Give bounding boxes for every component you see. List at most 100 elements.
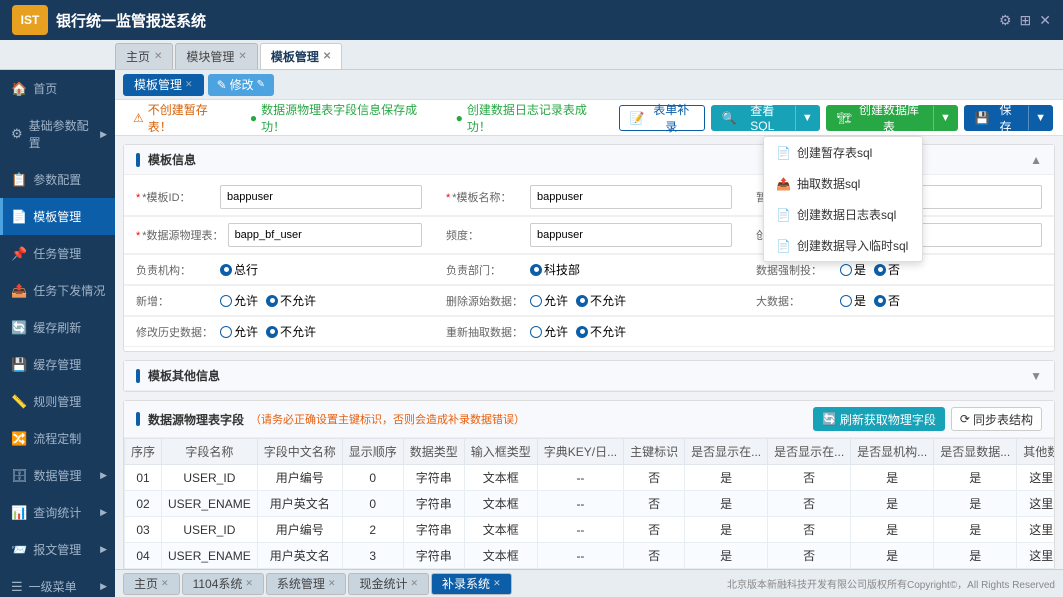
sidebar-item-template[interactable]: 📄 模板管理	[0, 198, 115, 235]
re-deny[interactable]: 不允许	[576, 323, 626, 340]
other-collapse-icon[interactable]: ▼	[1030, 369, 1042, 383]
sidebar-item-data[interactable]: 🗄 数据管理 ▶	[0, 457, 115, 494]
new-deny[interactable]: 不允许	[266, 292, 316, 309]
home-icon: 🏠	[11, 81, 27, 97]
org-radio-checked	[220, 264, 232, 276]
cache-icon: 💾	[11, 357, 27, 373]
copyright: 北京版本新融科技开发有限公司版权所有Copyright©，All Rights …	[727, 576, 1055, 591]
sidebar-item-cache-refresh[interactable]: 🔄 缓存刷新	[0, 309, 115, 346]
sidebar-item-report[interactable]: 📨 报文管理 ▶	[0, 531, 115, 568]
save-button[interactable]: 💾 保 存	[964, 105, 1028, 131]
datasource-label: *数据源物理表：	[136, 227, 224, 243]
sidebar-item-param[interactable]: 📋 参数配置	[0, 161, 115, 198]
tab-template-close[interactable]: ✕	[323, 51, 331, 62]
tab-home[interactable]: 主页 ✕	[115, 43, 173, 69]
sidebar-item-query[interactable]: 📊 查询统计 ▶	[0, 494, 115, 531]
sidebar-item-flow[interactable]: 🔀 流程定制	[0, 420, 115, 457]
bottom-tab-sys-close[interactable]: ✕	[328, 578, 336, 589]
status-save-success: ● 数据源物理表字段信息保存成功！	[242, 99, 442, 137]
modify-deny[interactable]: 不允许	[266, 323, 316, 340]
sidebar-item-cache-manage[interactable]: 💾 缓存管理	[0, 346, 115, 383]
close-icon[interactable]: ✕	[1039, 12, 1051, 29]
sync-structure-button[interactable]: ⟳ 同步表结构	[951, 407, 1042, 431]
datasource-input[interactable]	[228, 223, 422, 247]
status-no-temp-table: ⚠ 不创建暂存表！	[125, 99, 236, 137]
tab-template[interactable]: 模板管理 ✕	[260, 43, 342, 69]
dropdown-item-extract[interactable]: 📤 抽取数据sql	[764, 168, 922, 199]
create-db-button[interactable]: 🏗 创建数据库表	[826, 105, 933, 131]
template-id-input[interactable]	[220, 185, 422, 209]
table-row: 03USER_ID用户编号2字符串文本框--否是否是是这里是文字这里是文字这里是…	[125, 517, 1055, 543]
bottom-tab-1104[interactable]: 1104系统 ✕	[182, 573, 264, 595]
col-cn-name: 字段中文名称	[257, 439, 342, 465]
doc-icon2: 📤	[776, 177, 791, 191]
sub-tab-edit[interactable]: ✎ 修改 ✎	[208, 74, 274, 96]
table-row: 02USER_ENAME用户英文名0字符串文本框--否是否是是这里是文字这里是文…	[125, 491, 1055, 517]
form-cell-new: 新增： 允许 不允许	[124, 286, 434, 316]
template-name-input[interactable]	[530, 185, 732, 209]
data-force-label: 数据强制投：	[756, 262, 836, 278]
form-cell-org: 负责机构： 总行	[124, 255, 434, 285]
data-hint: （请务必正确设置主键标识，否则会造成补录数据错误）	[250, 411, 525, 427]
save-dropdown-button[interactable]: ▼	[1028, 105, 1053, 131]
sidebar-item-rules[interactable]: 📏 规则管理	[0, 383, 115, 420]
create-db-dropdown-button[interactable]: ▼	[933, 105, 958, 131]
dropdown-item-import-temp[interactable]: 📄 创建数据导入临时sql	[764, 230, 922, 261]
data-force-yes[interactable]: 是	[840, 261, 866, 278]
form-cell-datasource: *数据源物理表：	[124, 217, 434, 254]
big-data-label: 大数据：	[756, 293, 836, 309]
sub-tab-template-manage[interactable]: 模板管理 ✕	[123, 74, 204, 96]
top-tab-bar: 主页 ✕ 模块管理 ✕ 模板管理 ✕	[0, 40, 1063, 70]
sidebar-item-basic-config[interactable]: ⚙ 基础参数配置 ▶	[0, 107, 115, 161]
other-info-header[interactable]: 模板其他信息 ▼	[124, 361, 1054, 391]
col-data: 是否显数据...	[934, 439, 1017, 465]
dropdown-item-create-temp[interactable]: 📄 创建暂存表sql	[764, 137, 922, 168]
big-data-yes[interactable]: 是	[840, 292, 866, 309]
org-radio-item[interactable]: 总行	[220, 261, 258, 278]
other-info-section: 模板其他信息 ▼	[123, 360, 1055, 392]
sql-dropdown-button[interactable]: ▼	[795, 105, 820, 131]
new-allow[interactable]: 允许	[220, 292, 258, 309]
view-sql-button[interactable]: 🔍 查看SQL	[711, 105, 795, 131]
re-allow[interactable]: 允许	[530, 323, 568, 340]
frequency-label: 频度：	[446, 227, 526, 243]
task-icon: 📌	[11, 246, 27, 262]
big-data-no[interactable]: 否	[874, 292, 900, 309]
sidebar-item-menu1[interactable]: ☰ 一级菜单 ▶	[0, 568, 115, 597]
data-force-no[interactable]: 否	[874, 261, 900, 278]
bottom-tab-cash[interactable]: 现金统计 ✕	[348, 573, 429, 595]
bottom-tab-home-close[interactable]: ✕	[161, 578, 169, 589]
db-icon: 🏗	[837, 111, 852, 125]
collapse-icon[interactable]: ▲	[1030, 153, 1042, 167]
sidebar-item-home[interactable]: 🏠 首页	[0, 70, 115, 107]
sidebar-item-task[interactable]: 📌 任务管理	[0, 235, 115, 272]
form-cell-frequency: 频度：	[434, 217, 744, 254]
bottom-tab-home[interactable]: 主页 ✕	[123, 573, 180, 595]
logo: IST 银行统一监管报送系统	[12, 5, 206, 35]
tab-home-close[interactable]: ✕	[154, 51, 162, 62]
sidebar-item-task-dispatch[interactable]: 📤 任务下发情况	[0, 272, 115, 309]
rules-icon: 📏	[11, 394, 27, 410]
fullscreen-icon[interactable]: ⊞	[1020, 12, 1032, 29]
bottom-tab-supplement-close[interactable]: ✕	[493, 578, 501, 589]
tab-module[interactable]: 模块管理 ✕	[175, 43, 257, 69]
sub-tab-close[interactable]: ✕	[185, 79, 193, 90]
col-input: 输入框类型	[464, 439, 537, 465]
bottom-tab-sys[interactable]: 系统管理 ✕	[266, 573, 347, 595]
action-bar: ⚠ 不创建暂存表！ ● 数据源物理表字段信息保存成功！ ● 创建数据日志记录表成…	[115, 100, 1063, 136]
settings-icon[interactable]: ⚙	[999, 12, 1012, 29]
frequency-input[interactable]	[530, 223, 732, 247]
refresh-fields-button[interactable]: 🔄 刷新获取物理字段	[813, 407, 945, 431]
supplement-button[interactable]: 📝 表单补录	[619, 105, 705, 131]
bottom-tab-supplement[interactable]: 补录系统 ✕	[431, 573, 512, 595]
dept-radio-item[interactable]: 科技部	[530, 261, 580, 278]
status-log-success: ● 创建数据日志记录表成功！	[448, 99, 613, 137]
del-deny[interactable]: 不允许	[576, 292, 626, 309]
tab-module-close[interactable]: ✕	[238, 51, 246, 62]
modify-allow[interactable]: 允许	[220, 323, 258, 340]
del-allow[interactable]: 允许	[530, 292, 568, 309]
bottom-tab-cash-close[interactable]: ✕	[411, 578, 419, 589]
bottom-tab-1104-close[interactable]: ✕	[245, 578, 253, 589]
dropdown-item-log-table[interactable]: 📄 创建数据日志表sql	[764, 199, 922, 230]
dispatch-icon: 📤	[11, 283, 27, 299]
